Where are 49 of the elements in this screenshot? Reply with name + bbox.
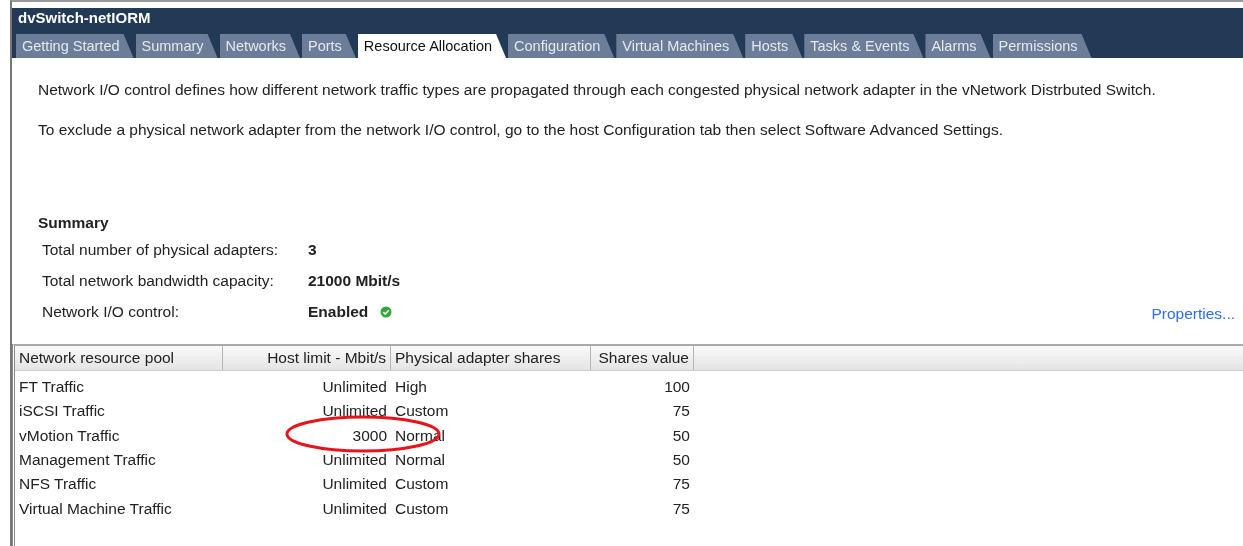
tab[interactable]: Summary — [135, 34, 218, 58]
table-cell-text: 75 — [671, 401, 691, 422]
tab[interactable]: Getting Started — [16, 34, 134, 58]
tab[interactable]: Configuration — [508, 34, 615, 58]
tab[interactable]: Tasks & Events — [804, 34, 924, 58]
column-header[interactable]: Physical adapter shares — [391, 346, 591, 370]
table-cell-text: 100 — [663, 377, 691, 398]
table-cell-text: Normal — [394, 450, 446, 471]
tab[interactable]: Alarms — [925, 34, 991, 58]
table-cell-text: High — [394, 377, 428, 398]
table-cell: Unlimited — [322, 378, 387, 396]
table-cell: Unlimited — [322, 451, 387, 469]
summary-value: Enabled — [308, 302, 369, 322]
summary-value: 3 — [308, 240, 317, 260]
table-cell-text: FT Traffic — [18, 377, 85, 398]
table-cell-text: 50 — [671, 450, 691, 471]
table-cell-text: Management Traffic — [18, 450, 157, 471]
summary-label: Total number of physical adapters: — [42, 240, 280, 260]
tab[interactable]: Hosts — [745, 34, 803, 58]
table-cell: Unlimited — [322, 475, 387, 493]
tab[interactable]: Virtual Machines — [616, 34, 744, 58]
tab[interactable]: Resource Allocation — [357, 34, 507, 58]
properties-link[interactable]: Properties... — [1151, 304, 1235, 324]
table-cell-text: Custom — [394, 474, 450, 495]
table-cell-text: Custom — [394, 401, 450, 422]
description-text: Network I/O control defines how different network traffic types are propagated through each congested physical network adapter in the vNetwork Distrbuted Switch. — [38, 80, 1157, 100]
column-header[interactable]: Host limit - Mbit/s — [223, 346, 391, 370]
table-cell-text: 75 — [671, 498, 691, 519]
column-header[interactable]: Shares value — [591, 346, 694, 370]
table-cell: Unlimited — [322, 499, 387, 517]
tab[interactable]: Ports — [302, 34, 356, 58]
table-cell-text: 75 — [671, 474, 691, 495]
tab[interactable]: Networks — [219, 34, 300, 58]
table-cell-text: vMotion Traffic — [18, 425, 121, 446]
table-cell-text: 50 — [671, 425, 691, 446]
summary-label: Total network bandwidth capacity: — [42, 271, 275, 291]
column-header[interactable]: Network resource pool — [15, 346, 223, 370]
summary-value: 21000 Mbit/s — [308, 271, 401, 291]
summary-heading: Summary — [38, 213, 110, 233]
table-cell: Unlimited — [322, 402, 387, 420]
table-cell-text: Virtual Machine Traffic — [18, 498, 173, 519]
table-cell-text: iSCSI Traffic — [18, 401, 106, 422]
description-text: To exclude a physical network adapter from the network I/O control, go to the host Configuration tab then select Software Advanced Settings. — [38, 120, 1004, 140]
window-title: dvSwitch-netIORM — [17, 8, 152, 26]
table-cell-text: Custom — [394, 498, 450, 519]
table-cell: 3000 — [352, 426, 387, 444]
table-cell-text: NFS Traffic — [18, 474, 98, 495]
summary-label: Network I/O control: — [42, 302, 180, 322]
tab[interactable]: Permissions — [992, 34, 1092, 58]
